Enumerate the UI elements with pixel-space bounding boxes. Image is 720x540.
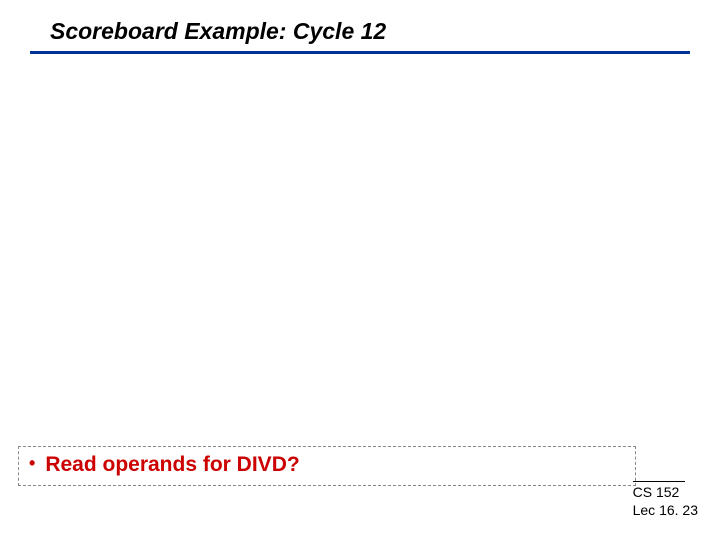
page-title: Scoreboard Example: Cycle 12 [30,18,690,51]
title-area: Scoreboard Example: Cycle 12 [30,18,690,54]
bullet-box: • Read operands for DIVD? [18,446,636,486]
footer-area: CS 152 Lec 16. 23 [633,481,698,518]
bullet-text: Read operands for DIVD? [45,453,299,477]
title-underline [30,51,690,54]
footer-course: CS 152 [633,481,685,500]
footer-lecture: Lec 16. 23 [633,502,698,518]
bullet-marker: • [29,454,35,472]
bullet-line: • Read operands for DIVD? [29,453,625,477]
